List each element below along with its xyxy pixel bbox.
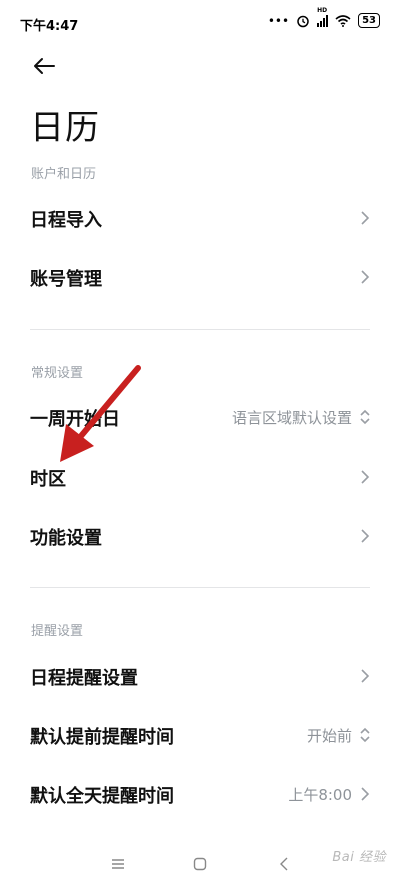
back-chevron-icon xyxy=(280,857,288,871)
battery-icon: 53 xyxy=(358,13,380,28)
section-header-general: 常规设置 xyxy=(31,366,84,381)
watermark: Bai 经验 xyxy=(332,850,386,865)
status-time: 下午4:47 xyxy=(20,19,79,34)
chevron-up-down-icon xyxy=(360,727,370,743)
chevron-right-icon xyxy=(361,211,370,225)
status-icons: ••• HD 53 xyxy=(267,7,380,28)
row-schedule-reminder-settings[interactable]: 日程提醒设置 xyxy=(0,647,400,705)
row-value: 语言区域默认设置 xyxy=(231,409,352,427)
chevron-right-icon xyxy=(361,270,370,284)
row-account-management[interactable]: 账号管理 xyxy=(0,248,400,306)
row-value: 开始前 xyxy=(306,727,352,745)
row-label: 默认提前提醒时间 xyxy=(30,727,174,748)
status-bar: 下午4:47 ••• HD 53 xyxy=(0,0,400,46)
hd-label: HD xyxy=(317,6,328,14)
divider xyxy=(30,587,370,588)
section-header-accounts: 账户和日历 xyxy=(31,167,97,182)
home-button[interactable] xyxy=(190,854,210,874)
chevron-right-icon xyxy=(361,669,370,683)
row-label: 日程导入 xyxy=(30,210,102,231)
row-week-start[interactable]: 一周开始日 语言区域默认设置 xyxy=(0,388,400,446)
row-default-allday-reminder[interactable]: 默认全天提醒时间 上午8:00 xyxy=(0,765,400,823)
chevron-right-icon xyxy=(361,787,370,801)
row-schedule-import[interactable]: 日程导入 xyxy=(0,189,400,247)
menu-button[interactable] xyxy=(108,854,128,874)
row-label: 日程提醒设置 xyxy=(30,668,138,689)
row-feature-settings[interactable]: 功能设置 xyxy=(0,507,400,565)
signal-icon: HD xyxy=(317,7,329,27)
row-label: 默认全天提醒时间 xyxy=(30,786,174,807)
chevron-up-down-icon xyxy=(360,409,370,425)
back-nav-button[interactable] xyxy=(274,854,294,874)
row-label: 时区 xyxy=(30,469,66,490)
home-square-icon xyxy=(193,857,207,871)
back-button[interactable] xyxy=(28,50,60,82)
section-header-reminders: 提醒设置 xyxy=(31,624,84,639)
page-title: 日历 xyxy=(30,108,100,148)
row-value: 上午8:00 xyxy=(288,786,352,804)
row-timezone[interactable]: 时区 xyxy=(0,448,400,506)
row-label: 账号管理 xyxy=(30,269,102,290)
back-arrow-icon xyxy=(34,58,55,74)
row-label: 一周开始日 xyxy=(30,409,120,430)
alarm-icon xyxy=(297,15,309,27)
divider xyxy=(30,329,370,330)
row-default-advance-reminder[interactable]: 默认提前提醒时间 开始前 xyxy=(0,706,400,764)
notification-dots-icon: ••• xyxy=(267,13,290,28)
row-label: 功能设置 xyxy=(30,528,102,549)
wifi-icon xyxy=(335,14,351,27)
chevron-right-icon xyxy=(361,529,370,543)
menu-icon xyxy=(112,859,124,869)
chevron-right-icon xyxy=(361,470,370,484)
